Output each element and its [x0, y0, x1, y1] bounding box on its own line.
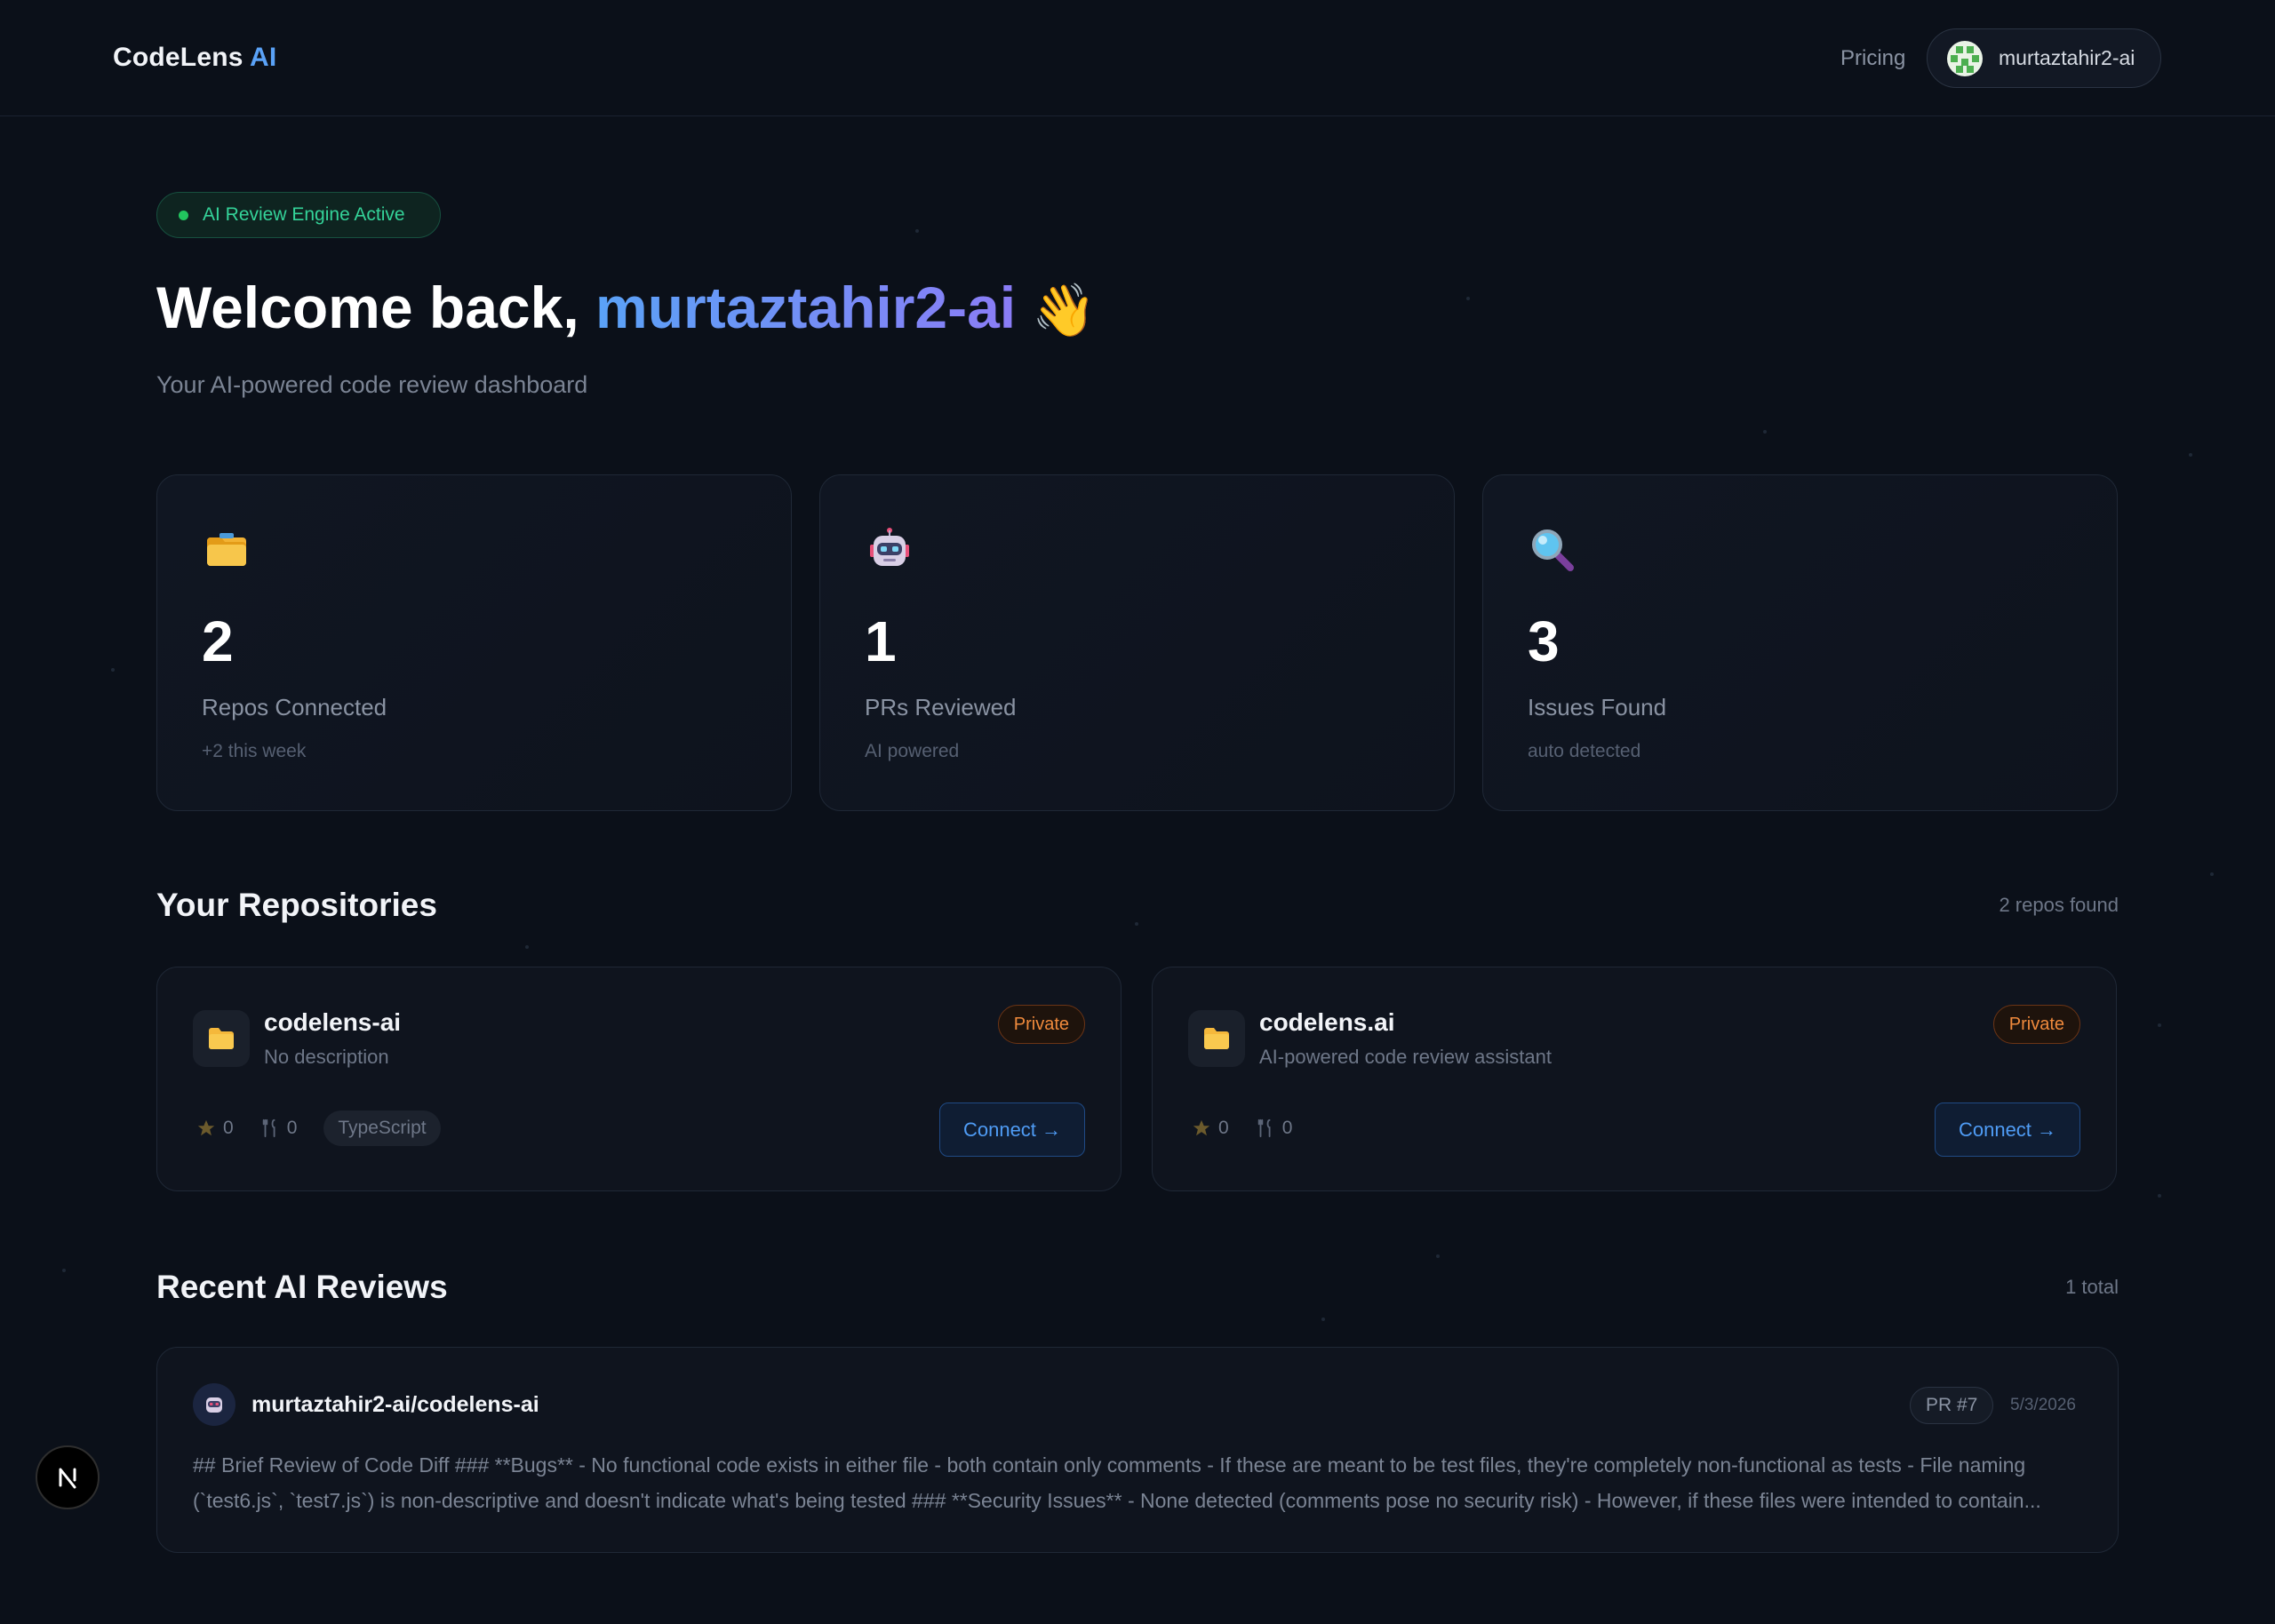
engine-status-badge: AI Review Engine Active: [156, 192, 441, 238]
pr-number-badge: PR #7: [1910, 1387, 1994, 1424]
stat-label: Issues Found: [1528, 694, 1667, 720]
star-count: 0: [196, 1118, 234, 1139]
repo-name[interactable]: codelens-ai: [264, 1008, 401, 1037]
fork-count: 0: [1256, 1118, 1293, 1139]
fork-icon: [262, 1118, 275, 1138]
fork-count-value: 0: [286, 1118, 298, 1138]
folder-icon: [202, 525, 251, 575]
folder-icon: [1188, 1010, 1245, 1067]
page-title: Welcome back, murtaztahir2-ai 👋: [156, 274, 1096, 341]
fork-count: 0: [260, 1118, 298, 1139]
stat-card-issues: 3 Issues Found auto detected: [1482, 474, 2118, 811]
visibility-badge: Private: [1992, 1005, 2080, 1044]
repo-description: AI-powered code review assistant: [1259, 1046, 1552, 1068]
robot-icon: [865, 525, 914, 575]
user-menu-button[interactable]: murtaztahir2-ai: [1927, 28, 2161, 88]
connect-repo-button[interactable]: Connect →: [939, 1103, 1085, 1157]
nextjs-logo-icon: [59, 1468, 76, 1489]
nextjs-dev-indicator[interactable]: [36, 1445, 100, 1509]
repo-meta: 0 0: [1192, 1110, 1319, 1147]
stat-value: 2: [202, 609, 234, 673]
stat-note: +2 this week: [202, 741, 307, 761]
star-count: 0: [1192, 1118, 1229, 1139]
visibility-badge: Private: [997, 1005, 1085, 1044]
stat-label: Repos Connected: [202, 694, 387, 720]
page-subtitle: Your AI-powered code review dashboard: [156, 371, 588, 398]
logo-accent: AI: [250, 43, 277, 72]
stat-label: PRs Reviewed: [865, 694, 1017, 720]
status-dot-icon: [179, 210, 188, 220]
star-icon: [1193, 1119, 1210, 1136]
stat-card-repos: 2 Repos Connected +2 this week: [156, 474, 792, 811]
repositories-heading: Your Repositories: [156, 887, 437, 923]
welcome-prefix: Welcome back,: [156, 275, 579, 340]
nav-link-pricing[interactable]: Pricing: [1840, 46, 1905, 71]
reviews-count: 1 total: [2065, 1276, 2119, 1298]
language-tag: TypeScript: [323, 1111, 441, 1146]
repo-card: codelens.ai AI-powered code review assis…: [1152, 967, 2117, 1191]
top-navbar: CodeLens AI Pricing murtaztahir2-ai: [0, 0, 2275, 116]
welcome-username: murtaztahir2-ai: [595, 275, 1017, 340]
engine-status-text: AI Review Engine Active: [203, 204, 405, 225]
fork-icon: [1257, 1118, 1271, 1138]
fork-count-value: 0: [1281, 1118, 1293, 1138]
stat-value: 3: [1528, 609, 1560, 673]
repo-meta: 0 0 TypeScript: [196, 1110, 441, 1147]
stat-value: 1: [865, 609, 897, 673]
repo-description: No description: [264, 1046, 389, 1068]
page-root: CodeLens AI Pricing murtaztahir2-ai AI R…: [0, 0, 2275, 1624]
repos-count: 2 repos found: [1999, 894, 2119, 916]
stat-card-prs: 1 PRs Reviewed AI powered: [819, 474, 1455, 811]
logo-text: CodeLens: [113, 43, 243, 72]
repo-card: codelens-ai No description Private 0 0 T…: [156, 967, 1122, 1191]
stat-note: AI powered: [865, 741, 960, 761]
review-repo-name: murtaztahir2-ai/codelens-ai: [251, 1392, 539, 1417]
wave-icon: 👋: [1032, 282, 1097, 339]
magnifier-icon: [1528, 525, 1577, 575]
review-summary: ## Brief Review of Code Diff ### **Bugs*…: [193, 1453, 2041, 1512]
stat-note: auto detected: [1528, 741, 1641, 761]
folder-icon: [193, 1010, 250, 1067]
app-logo[interactable]: CodeLens AI: [113, 43, 276, 73]
robot-icon: [193, 1383, 235, 1426]
repo-name[interactable]: codelens.ai: [1259, 1008, 1395, 1037]
user-name: murtaztahir2-ai: [1999, 46, 2135, 69]
star-count-value: 0: [223, 1118, 234, 1138]
connect-repo-button[interactable]: Connect →: [1935, 1103, 2080, 1157]
review-card[interactable]: murtaztahir2-ai/codelens-ai PR #7 5/3/20…: [156, 1347, 2119, 1553]
user-avatar: [1947, 40, 1983, 76]
recent-reviews-heading: Recent AI Reviews: [156, 1269, 448, 1305]
review-date: 5/3/2026: [2010, 1396, 2076, 1414]
star-count-value: 0: [1218, 1118, 1229, 1138]
star-icon: [197, 1119, 215, 1136]
